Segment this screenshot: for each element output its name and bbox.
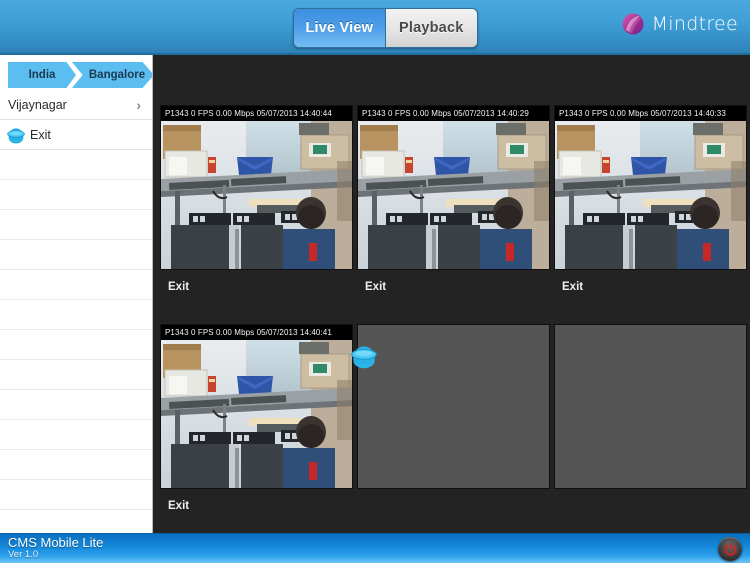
brand-name: Mindtree bbox=[651, 13, 738, 35]
sidebar-empty-row bbox=[0, 270, 152, 300]
video-cell[interactable]: P1343 0 FPS 0.00 Mbps 05/07/2013 14:40:4… bbox=[158, 105, 355, 324]
video-osd-overlay: P1343 0 FPS 0.00 Mbps 05/07/2013 14:40:4… bbox=[161, 106, 352, 121]
video-cell[interactable]: P1343 0 FPS 0.00 Mbps 05/07/2013 14:40:3… bbox=[552, 105, 749, 324]
tab-live-view-label: Live View bbox=[305, 20, 374, 36]
sidebar: India Bangalore Vijaynagar › Exit bbox=[0, 55, 153, 533]
video-tile-caption: Exit bbox=[562, 281, 584, 293]
video-cell[interactable]: P1343 0 FPS 0.00 Mbps 05/07/2013 14:40:4… bbox=[158, 324, 355, 543]
chevron-right-icon: › bbox=[136, 96, 141, 113]
sidebar-empty-row bbox=[0, 450, 152, 480]
sidebar-empty-row bbox=[0, 300, 152, 330]
sidebar-empty-row bbox=[0, 360, 152, 390]
camera-video-frame bbox=[161, 340, 352, 488]
video-wall: P1343 0 FPS 0.00 Mbps 05/07/2013 14:40:4… bbox=[153, 55, 750, 533]
video-tile-caption: Exit bbox=[168, 281, 190, 293]
sidebar-empty-row bbox=[0, 420, 152, 450]
video-tile[interactable]: P1343 0 FPS 0.00 Mbps 05/07/2013 14:40:3… bbox=[554, 105, 747, 270]
sidebar-empty-row bbox=[0, 480, 152, 510]
breadcrumb-item-india[interactable]: India bbox=[8, 62, 76, 88]
video-tile-caption: Exit bbox=[168, 500, 190, 512]
video-cell[interactable] bbox=[552, 324, 749, 543]
sidebar-item-camera-exit-label: Exit bbox=[30, 127, 51, 142]
sidebar-empty-row bbox=[0, 330, 152, 360]
breadcrumb-item-bangalore-label: Bangalore bbox=[88, 69, 146, 81]
top-header: Live View Playback Mindtree bbox=[0, 0, 750, 55]
video-tile-caption: Exit bbox=[365, 281, 387, 293]
sidebar-empty-row bbox=[0, 390, 152, 420]
video-tile-empty[interactable] bbox=[554, 324, 747, 489]
video-osd-overlay: P1343 0 FPS 0.00 Mbps 05/07/2013 14:40:2… bbox=[358, 106, 549, 121]
sidebar-item-vijaynagar-label: Vijaynagar bbox=[8, 97, 67, 112]
sidebar-item-camera-exit[interactable]: Exit bbox=[0, 120, 152, 150]
video-cell[interactable] bbox=[355, 324, 552, 543]
power-icon bbox=[724, 542, 736, 556]
sidebar-empty-row bbox=[0, 240, 152, 270]
video-tile[interactable]: P1343 0 FPS 0.00 Mbps 05/07/2013 14:40:2… bbox=[357, 105, 550, 270]
power-button[interactable] bbox=[718, 537, 742, 561]
video-stream bbox=[358, 121, 549, 269]
sidebar-empty-row bbox=[0, 210, 152, 240]
sidebar-empty-row bbox=[0, 150, 152, 180]
status-bar: CMS Mobile Lite Ver 1.0 bbox=[0, 533, 750, 563]
mindtree-spiral-icon bbox=[622, 13, 644, 35]
camera-video-frame bbox=[555, 121, 746, 269]
sidebar-empty-rows bbox=[0, 150, 152, 510]
video-tile-empty[interactable] bbox=[357, 324, 550, 489]
app-root: Live View Playback Mindtree India Bangal… bbox=[0, 0, 750, 563]
camera-video-frame bbox=[358, 121, 549, 269]
app-title: CMS Mobile Lite bbox=[8, 535, 104, 550]
tab-live-view[interactable]: Live View bbox=[294, 9, 386, 47]
video-osd-overlay: P1343 0 FPS 0.00 Mbps 05/07/2013 14:40:3… bbox=[555, 106, 746, 121]
video-cell[interactable]: P1343 0 FPS 0.00 Mbps 05/07/2013 14:40:2… bbox=[355, 105, 552, 324]
dome-camera-icon bbox=[7, 127, 25, 143]
view-mode-segmented-control[interactable]: Live View Playback bbox=[293, 8, 478, 48]
tab-playback-label: Playback bbox=[399, 20, 464, 36]
video-tile[interactable]: P1343 0 FPS 0.00 Mbps 05/07/2013 14:40:4… bbox=[160, 105, 353, 270]
video-osd-overlay: P1343 0 FPS 0.00 Mbps 05/07/2013 14:40:4… bbox=[161, 325, 352, 340]
video-tile[interactable]: P1343 0 FPS 0.00 Mbps 05/07/2013 14:40:4… bbox=[160, 324, 353, 489]
app-version: Ver 1.0 bbox=[8, 549, 39, 560]
breadcrumb-item-india-label: India bbox=[28, 69, 56, 81]
camera-video-frame bbox=[161, 121, 352, 269]
video-stream bbox=[555, 121, 746, 269]
video-stream bbox=[161, 121, 352, 269]
video-stream bbox=[161, 340, 352, 488]
sidebar-empty-row bbox=[0, 180, 152, 210]
tab-playback[interactable]: Playback bbox=[385, 9, 477, 47]
breadcrumb-item-bangalore[interactable]: Bangalore bbox=[72, 62, 152, 88]
brand-logo: Mindtree bbox=[621, 12, 738, 36]
breadcrumb: India Bangalore bbox=[0, 62, 152, 90]
sidebar-item-vijaynagar[interactable]: Vijaynagar › bbox=[0, 90, 152, 120]
video-grid: P1343 0 FPS 0.00 Mbps 05/07/2013 14:40:4… bbox=[158, 105, 750, 530]
